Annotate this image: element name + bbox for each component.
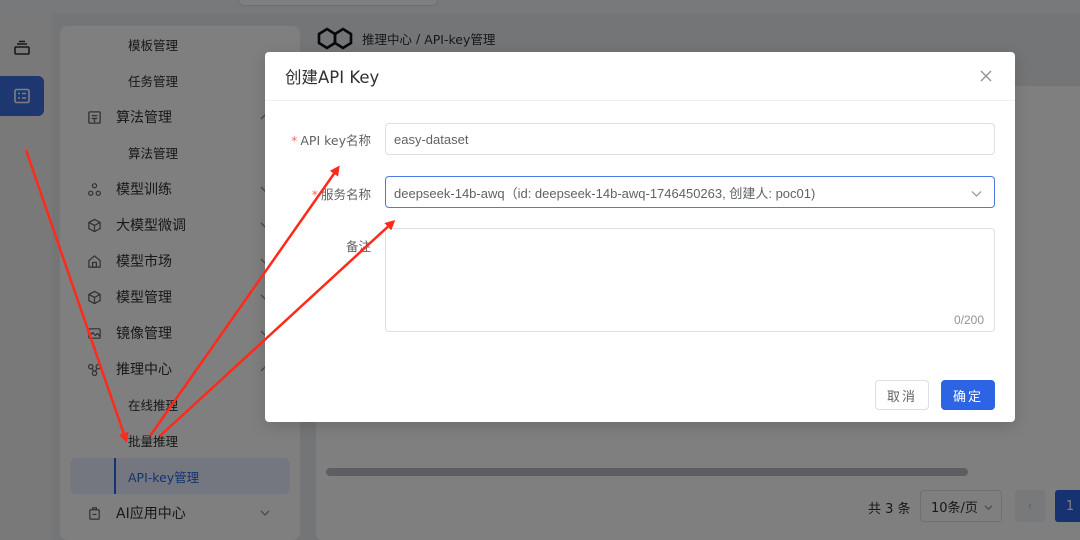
confirm-button[interactable]: 确定 [941, 380, 995, 410]
input-value: easy-dataset [394, 131, 469, 147]
char-counter: 0/200 [953, 313, 984, 327]
remark-label: 备注 [265, 236, 371, 255]
dialog-divider [265, 100, 1015, 101]
required-mark: * [311, 187, 318, 202]
required-mark: * [291, 133, 298, 148]
label-text: API key名称 [300, 133, 371, 148]
close-icon[interactable] [979, 69, 993, 83]
cancel-button[interactable]: 取消 [875, 380, 929, 410]
api-key-name-label: * API key名称 [265, 130, 371, 149]
chevron-down-icon [971, 191, 982, 197]
label-text: 备注 [345, 239, 371, 254]
label-text: 服务名称 [320, 187, 371, 202]
remark-textarea[interactable]: 0/200 [385, 228, 995, 332]
api-key-name-input[interactable]: easy-dataset [385, 123, 995, 155]
service-name-select[interactable]: deepseek-14b-awq（id: deepseek-14b-awq-17… [385, 176, 995, 208]
create-api-key-dialog: 创建API Key * API key名称 easy-dataset * 服务名称 … [265, 52, 1015, 422]
select-value: deepseek-14b-awq（id: deepseek-14b-awq-17… [394, 185, 816, 201]
service-name-label: * 服务名称 [265, 184, 371, 203]
dialog-title: 创建API Key [285, 68, 380, 87]
